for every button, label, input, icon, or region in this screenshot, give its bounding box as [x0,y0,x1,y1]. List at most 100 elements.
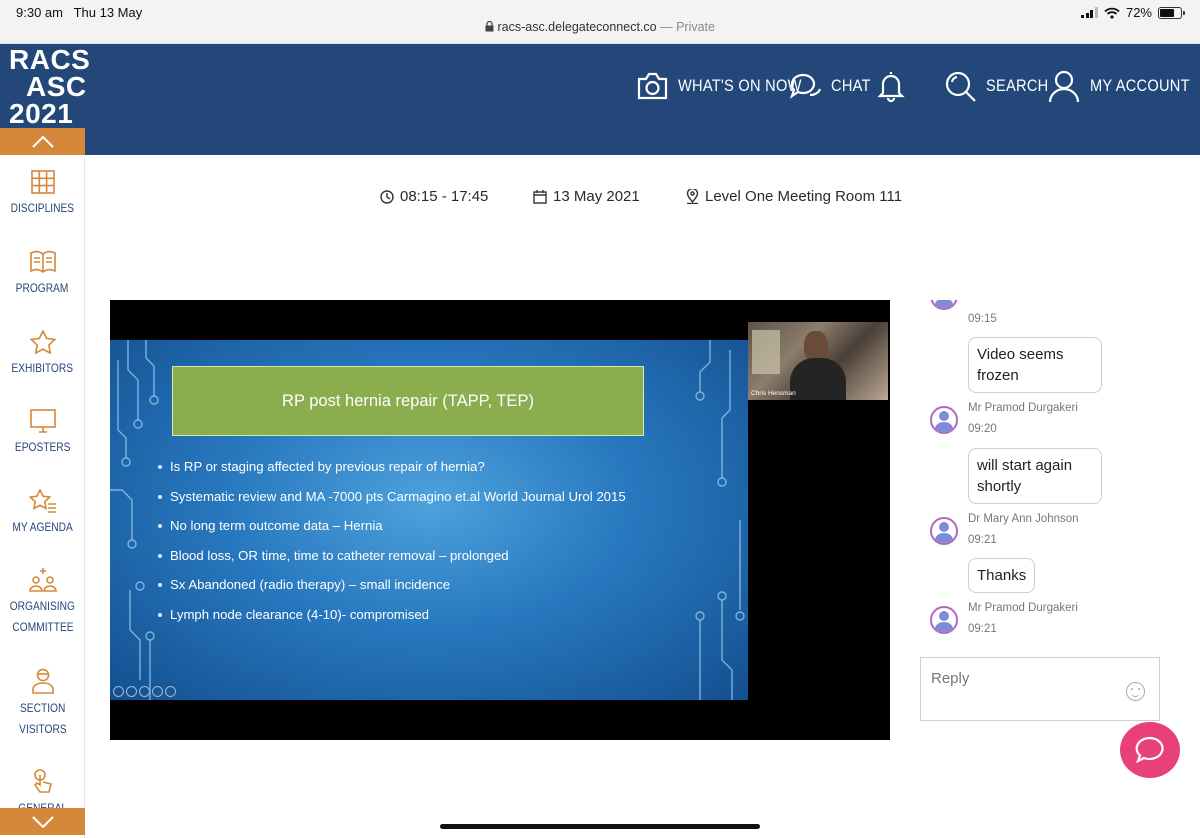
lock-icon [485,20,494,32]
url-text: racs-asc.delegateconnect.co [497,20,657,34]
open-chat-button[interactable] [1120,722,1180,778]
book-icon [29,250,56,273]
video-player[interactable]: RP post hernia repair (TAPP, TEP) Is RP … [110,300,890,740]
session-location-text: Level One Meeting Room 111 [705,188,903,205]
view-icon[interactable] [139,686,150,697]
more-icon[interactable] [152,686,163,697]
chat-bubble-icon [1135,736,1164,764]
slide-bullet: Systematic review and MA -7000 pts Carma… [158,487,626,517]
presenter-body [790,358,846,400]
presenter-webcam: Chris Hensman [748,322,888,400]
sidebar-item-section-visitors[interactable]: SECTION VISITORS [0,668,85,740]
hand-icon [33,769,52,793]
status-time: 9:30 am Thu 13 May [16,5,142,20]
sidebar-item-label-line-2: COMMITTEE [11,620,74,634]
previous-slide-icon[interactable] [113,686,124,697]
sidebar: DISCIPLINES PROGRAM EXHIBITORS EPOSTERS … [0,128,85,838]
sidebar-item-eposters[interactable]: EPOSTERS [0,409,85,458]
sidebar-item-organising-committee[interactable]: ORGANISING COMMITTEE [0,568,85,638]
address-bar[interactable]: racs-asc.delegateconnect.co — Private [0,20,1200,34]
sidebar-item-label: MY AGENDA [12,520,73,534]
slide-title: RP post hernia repair (TAPP, TEP) [172,366,644,436]
reply-placeholder: Reply [931,670,970,687]
chat-panel[interactable]: 09:15 Video seems frozen Mr Pramod Durga… [918,300,1163,645]
person-icon [31,668,54,694]
next-slide-icon[interactable] [165,686,176,697]
sidebar-item-label: SECTION [19,701,66,715]
sidebar-item-label: PROGRAM [16,281,69,295]
chat-message-author: Mr Pramod Durgakeri [968,602,1078,614]
chat-message-time: 09:21 [968,534,997,546]
slide-bullet: Is RP or staging affected by previous re… [158,457,626,487]
slide-bullet: Lymph node clearance (4-10)- compromised [158,605,626,635]
star-list-icon [28,489,56,513]
webcam-background [752,330,780,374]
sidebar-item-program[interactable]: PROGRAM [0,250,85,299]
chat-message-author: Dr Mary Ann Johnson [968,513,1079,525]
logo-line-1: RACS [9,44,91,75]
people-icon [28,568,57,592]
monitor-icon [29,409,56,433]
battery-icon [1158,6,1185,19]
location-pin-icon [686,189,699,204]
chat-message-bubble: Video seems frozen [968,337,1102,393]
chat-avatar [930,406,958,434]
cellular-signal-icon [1081,7,1098,18]
chat-avatar [930,517,958,545]
status-bar: 9:30 am Thu 13 May racs-asc.delegateconn… [0,0,1200,44]
notifications-button[interactable] [875,66,907,106]
nav-search[interactable]: SEARCH [944,66,1059,106]
sidebar-item-my-agenda[interactable]: MY AGENDA [0,489,85,538]
logo-line-2: ASC [26,71,87,102]
chat-message-time: 09:21 [968,623,997,635]
search-icon [945,71,976,102]
user-icon [1048,70,1080,103]
status-indicators: 72% [1081,5,1185,20]
nav-my-account[interactable]: MY ACCOUNT [1047,66,1200,106]
pen-icon[interactable] [126,686,137,697]
nav-chat-label: CHAT [831,76,871,95]
sidebar-item-label: EPOSTERS [14,440,71,454]
bell-icon [877,72,905,103]
chat-message-time: 09:20 [968,423,997,435]
sidebar-scroll-down-button[interactable] [0,808,85,835]
sidebar-scroll-up-button[interactable] [0,128,85,155]
calendar-icon [533,189,547,204]
star-icon [29,330,56,354]
slide-bullet: Sx Abandoned (radio therapy) – small inc… [158,575,626,605]
slide-bullet: No long term outcome data – Hernia [158,516,626,546]
chat-message-bubble: Thanks [968,558,1036,593]
camera-icon [637,72,668,100]
nav-search-label: SEARCH [986,76,1049,95]
clock-icon [380,189,394,204]
sidebar-item-label: ORGANISING [9,599,76,613]
session-time-text: 08:15 - 17:45 [400,188,489,205]
sidebar-item-label-line-2: VISITORS [18,722,67,736]
home-indicator[interactable] [440,824,760,829]
session-date-text: 13 May 2021 [553,188,640,205]
sidebar-item-label: EXHIBITORS [11,361,74,375]
slide-bullet: Blood loss, OR time, time to catheter re… [158,546,626,576]
chat-reply-input[interactable]: Reply [920,657,1160,721]
slideshow-controls[interactable] [113,686,176,697]
chat-message-bubble: will start again shortly [968,448,1102,504]
battery-percent: 72% [1125,5,1152,20]
chat-message-time: 09:15 [968,313,997,325]
nav-chat[interactable]: CHAT [788,66,877,106]
chat-icon [789,73,822,99]
clock-time: 9:30 am [16,5,63,20]
clock-date: Thu 13 May [73,5,143,20]
presenter-head [804,331,828,361]
presentation-slide: RP post hernia repair (TAPP, TEP) Is RP … [110,340,748,700]
chat-avatar [930,606,958,634]
chevron-up-icon [31,135,54,148]
slide-bullet-list: Is RP or staging affected by previous re… [158,457,626,635]
presenter-name: Chris Hensman [751,390,796,397]
racs-asc-logo[interactable]: RACS ASC 2021 [0,44,91,128]
sidebar-item-exhibitors[interactable]: EXHIBITORS [0,330,85,379]
emoji-icon[interactable] [1126,682,1145,701]
private-label: — Private [660,20,715,34]
session-info: 08:15 - 17:45 13 May 2021 Level One Meet… [0,188,1200,212]
session-date: 13 May 2021 [533,188,640,205]
battery-fill [1160,8,1175,17]
